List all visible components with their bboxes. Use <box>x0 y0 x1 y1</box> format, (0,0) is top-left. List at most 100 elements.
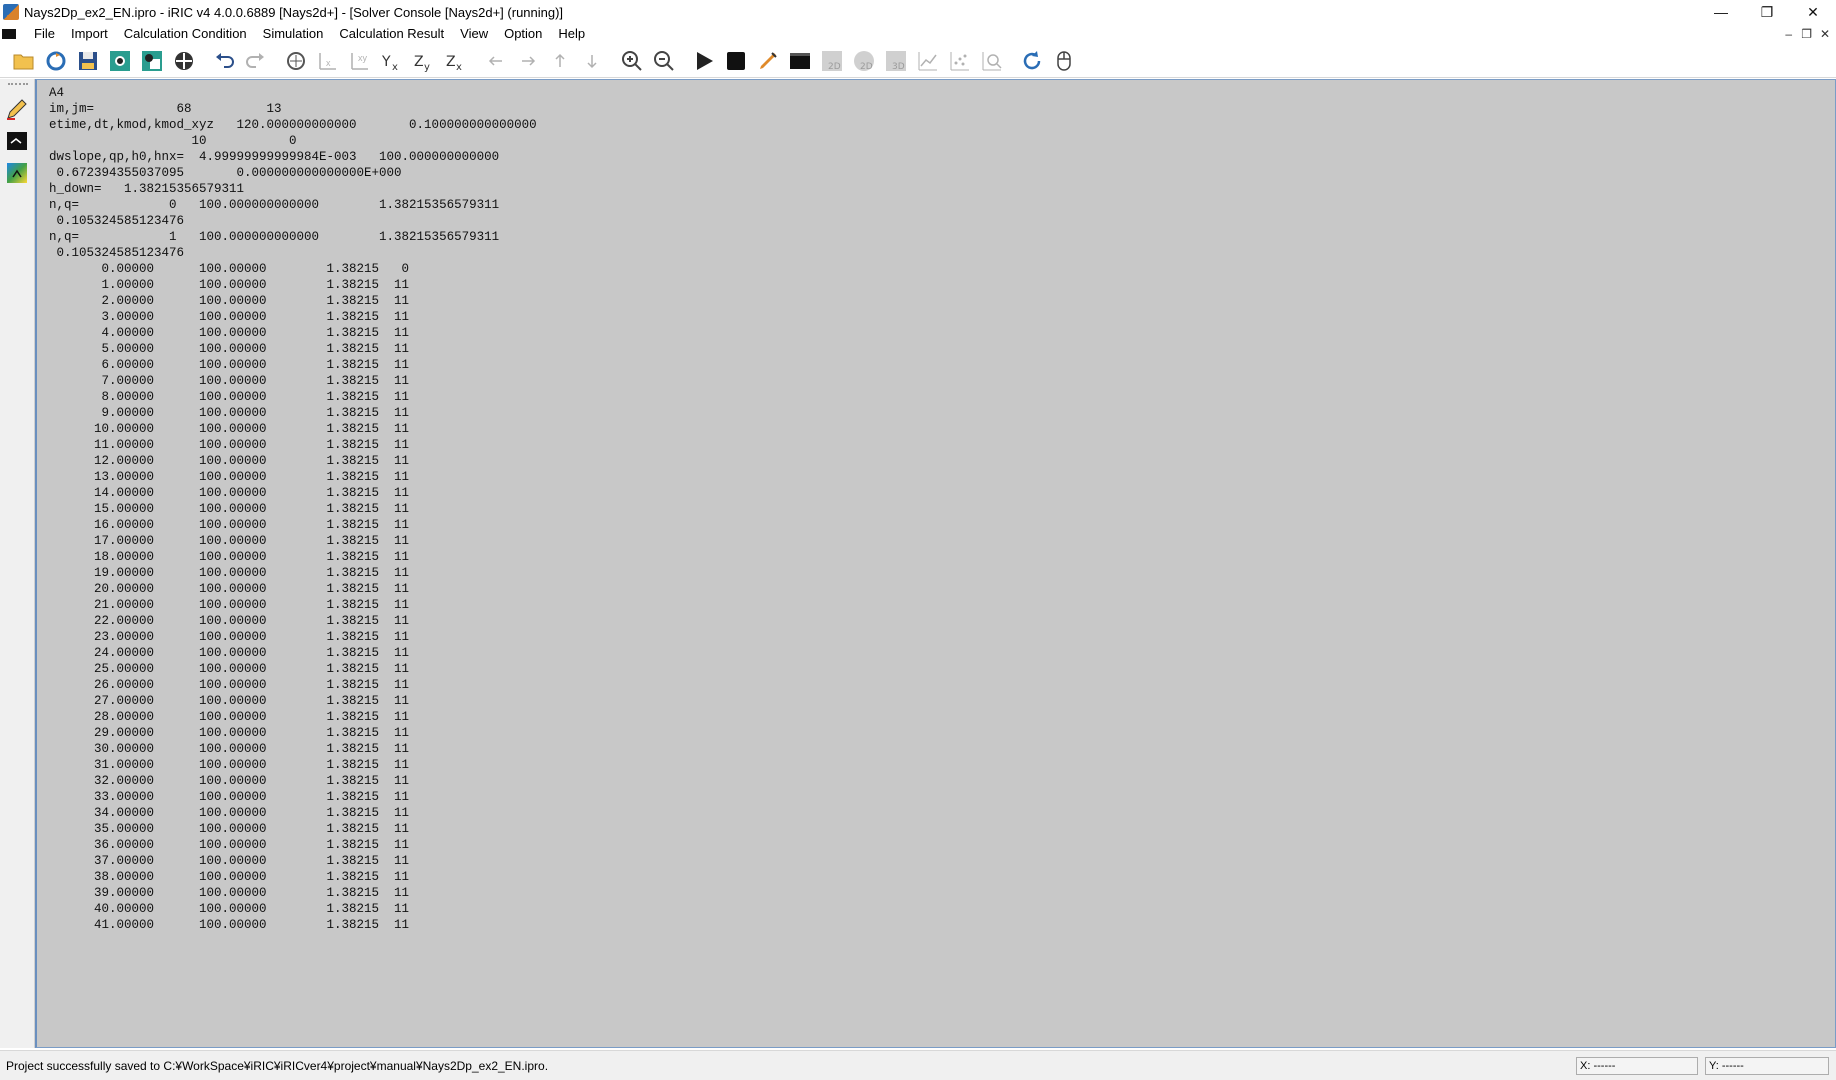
2d-post-icon[interactable]: 2D <box>817 46 847 76</box>
redo-icon[interactable] <box>241 46 271 76</box>
yx-icon[interactable]: Yx <box>377 46 407 76</box>
console-line: 37.00000 100.00000 1.38215 11 <box>49 854 410 868</box>
console-line: 1.00000 100.00000 1.38215 11 <box>49 278 410 292</box>
console-line: 29.00000 100.00000 1.38215 11 <box>49 726 410 740</box>
window-list-icon[interactable] <box>5 129 29 153</box>
console-line: 35.00000 100.00000 1.38215 11 <box>49 822 410 836</box>
console-line: 7.00000 100.00000 1.38215 11 <box>49 374 410 388</box>
window-title: Nays2Dp_ex2_EN.ipro - iRIC v4 4.0.0.6889… <box>24 4 564 20</box>
mdi-system-menu-icon[interactable] <box>2 29 16 39</box>
menu-file[interactable]: File <box>26 24 63 44</box>
svg-text:Z: Z <box>446 54 456 70</box>
console-line: 34.00000 100.00000 1.38215 11 <box>49 806 410 820</box>
console-line: dwslope,qp,h0,hnx= 4.99999999999984E-003… <box>49 150 500 164</box>
console-line: 5.00000 100.00000 1.38215 11 <box>49 342 410 356</box>
menu-import[interactable]: Import <box>63 24 116 44</box>
console-line: 3.00000 100.00000 1.38215 11 <box>49 310 410 324</box>
toolbar-separator <box>472 49 480 73</box>
fit-icon[interactable] <box>169 46 199 76</box>
console-line: 23.00000 100.00000 1.38215 11 <box>49 630 410 644</box>
console-line: 17.00000 100.00000 1.38215 11 <box>49 534 410 548</box>
console-line: 6.00000 100.00000 1.38215 11 <box>49 358 410 372</box>
main-toolbar: x xy Yx Zy Zx 2D 2D 3D <box>0 44 1836 78</box>
console-line: 22.00000 100.00000 1.38215 11 <box>49 614 410 628</box>
magnify-chart-icon[interactable] <box>977 46 1007 76</box>
console-line: 4.00000 100.00000 1.38215 11 <box>49 326 410 340</box>
mouse-icon[interactable] <box>1049 46 1079 76</box>
arrow-right-icon[interactable] <box>513 46 543 76</box>
console-line: 25.00000 100.00000 1.38215 11 <box>49 662 410 676</box>
zx-icon[interactable]: Zx <box>441 46 471 76</box>
svg-text:y: y <box>424 62 430 73</box>
console-line: 19.00000 100.00000 1.38215 11 <box>49 566 410 580</box>
menu-option[interactable]: Option <box>496 24 550 44</box>
console-line: n,q= 1 100.000000000000 1.38215356579311 <box>49 230 500 244</box>
console-line: 0.672394355037095 0.000000000000000E+000 <box>49 166 402 180</box>
object-browser-dock <box>0 79 35 1048</box>
menu-bar: File Import Calculation Condition Simula… <box>0 24 1836 44</box>
arrow-down-icon[interactable] <box>577 46 607 76</box>
3d-post-icon[interactable]: 3D <box>881 46 911 76</box>
console-line: 12.00000 100.00000 1.38215 11 <box>49 454 410 468</box>
menu-help[interactable]: Help <box>550 24 593 44</box>
console-line: 15.00000 100.00000 1.38215 11 <box>49 502 410 516</box>
window-close-button[interactable]: ✕ <box>1790 0 1836 24</box>
console-line: 18.00000 100.00000 1.38215 11 <box>49 550 410 564</box>
svg-text:2D: 2D <box>828 62 841 72</box>
console-line: 10 0 <box>49 134 297 148</box>
console-line: 26.00000 100.00000 1.38215 11 <box>49 678 410 692</box>
arrow-left-icon[interactable] <box>481 46 511 76</box>
console-line: 11.00000 100.00000 1.38215 11 <box>49 438 410 452</box>
run-icon[interactable] <box>689 46 719 76</box>
scatter-icon[interactable] <box>945 46 975 76</box>
save-icon[interactable] <box>73 46 103 76</box>
mdi-minimize-button[interactable]: – <box>1785 27 1792 41</box>
zoom-out-icon[interactable] <box>649 46 679 76</box>
console-line: 0.105324585123476 <box>49 214 185 228</box>
menu-calculation-result[interactable]: Calculation Result <box>331 24 452 44</box>
stop-icon[interactable] <box>721 46 751 76</box>
zoom-fit-icon[interactable] <box>281 46 311 76</box>
zy-icon[interactable]: Zy <box>409 46 439 76</box>
mdi-restore-button[interactable]: ❐ <box>1801 27 1812 41</box>
open-folder-icon[interactable] <box>9 46 39 76</box>
pencil-edit-icon[interactable] <box>5 97 29 121</box>
menu-simulation[interactable]: Simulation <box>255 24 332 44</box>
zoom-in-icon[interactable] <box>617 46 647 76</box>
console-line: 10.00000 100.00000 1.38215 11 <box>49 422 410 436</box>
colormap-icon[interactable] <box>5 161 29 185</box>
menu-calculation-condition[interactable]: Calculation Condition <box>116 24 255 44</box>
svg-text:xy: xy <box>358 53 368 63</box>
console-line: 28.00000 100.00000 1.38215 11 <box>49 710 410 724</box>
solver-console[interactable]: A4 im,jm= 68 13 etime,dt,kmod,kmod_xyz 120… <box>35 79 1836 1048</box>
svg-text:Z: Z <box>414 54 424 70</box>
console-line: 31.00000 100.00000 1.38215 11 <box>49 758 410 772</box>
reload-icon[interactable] <box>41 46 71 76</box>
axis-xy-icon[interactable]: xy <box>345 46 375 76</box>
toolbar-separator <box>680 49 688 73</box>
iric-app-icon <box>3 4 19 20</box>
console-line: 40.00000 100.00000 1.38215 11 <box>49 902 410 916</box>
console-line: 39.00000 100.00000 1.38215 11 <box>49 886 410 900</box>
pen-icon[interactable] <box>753 46 783 76</box>
console-line: 0.105324585123476 <box>49 246 185 260</box>
console-line: 27.00000 100.00000 1.38215 11 <box>49 694 410 708</box>
undo-icon[interactable] <box>209 46 239 76</box>
console-line: 24.00000 100.00000 1.38215 11 <box>49 646 410 660</box>
console-icon[interactable] <box>785 46 815 76</box>
arrow-up-icon[interactable] <box>545 46 575 76</box>
refresh-icon[interactable] <box>1017 46 1047 76</box>
dock-grip[interactable] <box>8 83 28 86</box>
mdi-close-button[interactable]: ✕ <box>1820 27 1830 41</box>
camera-icon[interactable] <box>105 46 135 76</box>
menu-view[interactable]: View <box>452 24 496 44</box>
window-minimize-button[interactable]: — <box>1698 0 1744 24</box>
toolbar-separator <box>272 49 280 73</box>
window-maximize-button[interactable]: ❐ <box>1744 0 1790 24</box>
camera-window-icon[interactable] <box>137 46 167 76</box>
graph-icon[interactable] <box>913 46 943 76</box>
console-line: 16.00000 100.00000 1.38215 11 <box>49 518 410 532</box>
console-line: A4 <box>49 86 65 100</box>
axis-x-icon[interactable]: x <box>313 46 343 76</box>
2d-bird-icon[interactable]: 2D <box>849 46 879 76</box>
